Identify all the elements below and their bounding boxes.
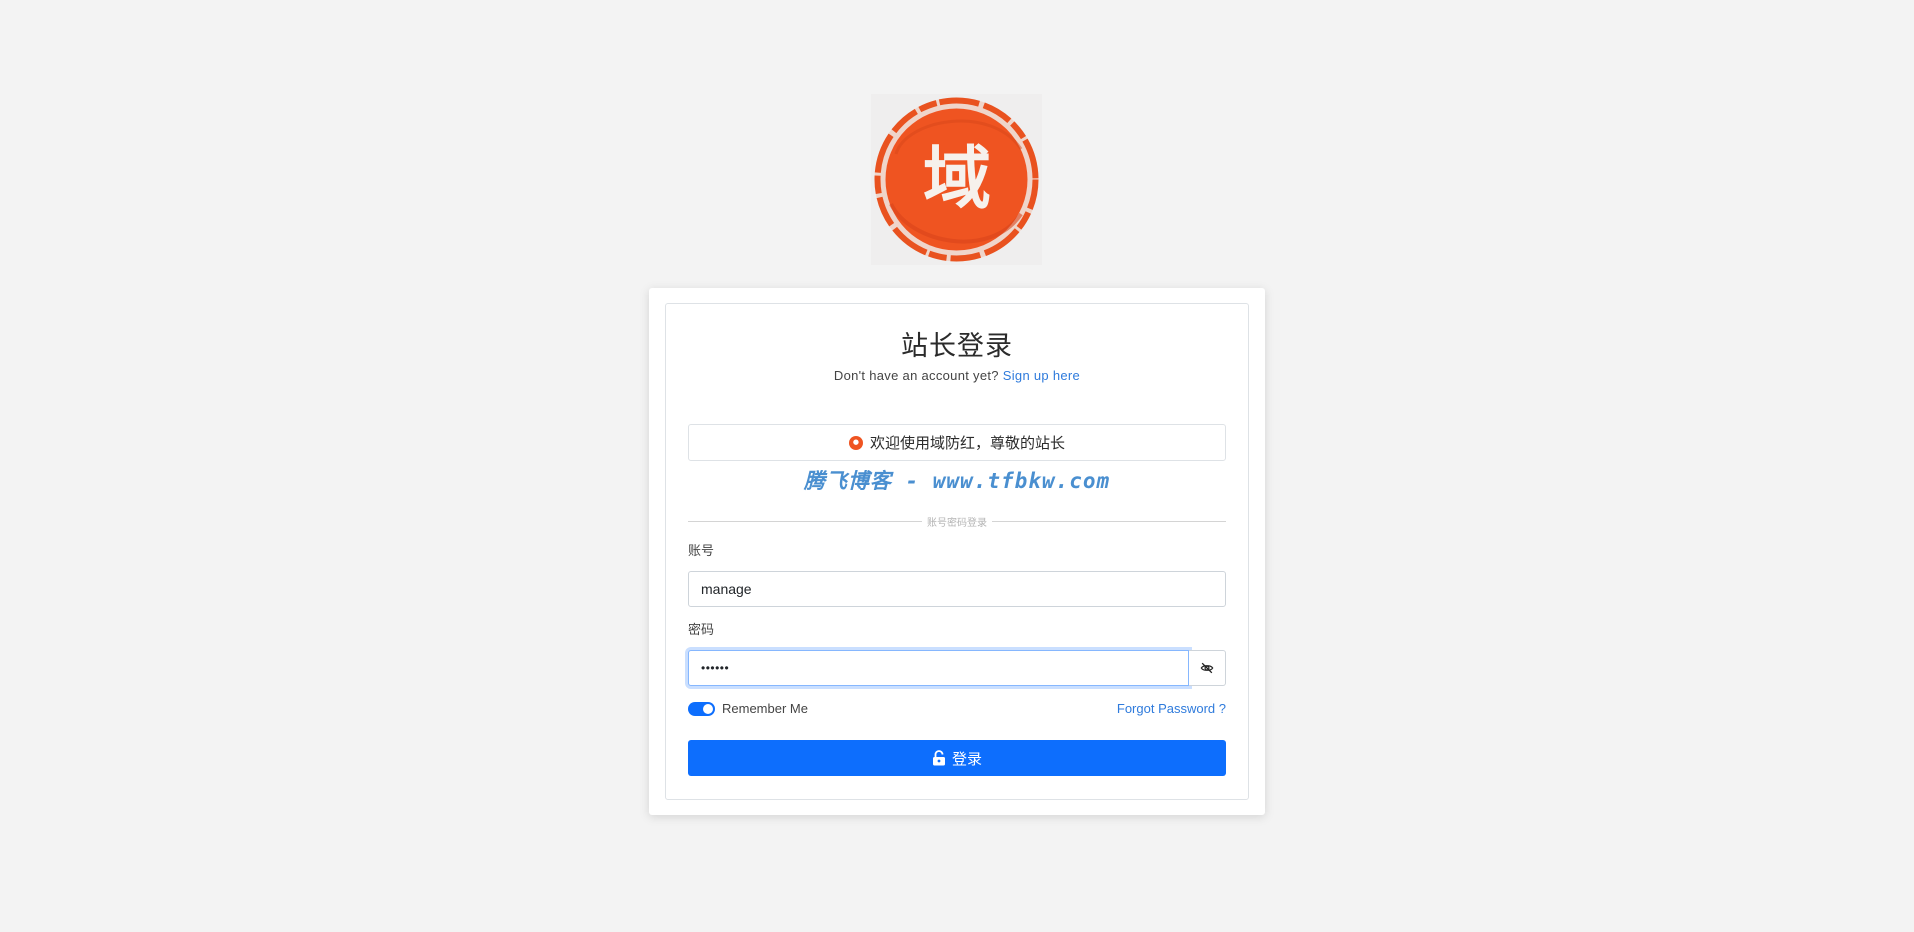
remember-me[interactable]: Remember Me: [688, 701, 808, 716]
svg-text:域: 域: [923, 140, 991, 219]
unlock-icon: [932, 750, 945, 766]
login-card: 站长登录 Don't have an account yet? Sign up …: [649, 288, 1265, 815]
watermark-text: 腾飞博客 - www.tfbkw.com: [803, 469, 1111, 493]
account-label: 账号: [688, 544, 715, 559]
remember-me-toggle[interactable]: [688, 701, 715, 716]
mini-logo-icon: ●: [848, 435, 863, 450]
login-page: 域 站长登录 Don't have an account yet? Sign u…: [0, 0, 1914, 932]
divider-line-right: [992, 520, 1226, 522]
page-title: 站长登录: [901, 331, 1013, 362]
account-input-value: manage: [701, 581, 752, 597]
signup-prompt-text: Don't have an account yet?: [833, 368, 999, 383]
password-input[interactable]: ••••••: [688, 650, 1189, 686]
password-visibility-toggle[interactable]: [1189, 650, 1226, 686]
login-button-label: 登录: [951, 749, 982, 768]
login-card-body: 站长登录 Don't have an account yet? Sign up …: [665, 303, 1249, 800]
account-input[interactable]: manage: [688, 571, 1226, 607]
eye-slash-icon: [1200, 662, 1214, 674]
remember-me-label: Remember Me: [722, 701, 808, 716]
logo-seal-icon: 域: [874, 97, 1039, 262]
password-input-value: ••••••: [701, 661, 730, 675]
password-label: 密码: [688, 623, 715, 638]
signup-prompt: Don't have an account yet? Sign up here: [688, 368, 1226, 383]
toggle-knob: [703, 703, 713, 714]
signup-link[interactable]: Sign up here: [1003, 368, 1080, 383]
login-button[interactable]: 登录: [688, 740, 1226, 776]
divider-line-left: [688, 520, 922, 522]
forgot-password-link[interactable]: Forgot Password ?: [1117, 701, 1226, 716]
welcome-button[interactable]: ● 欢迎使用域防红，尊敬的站长: [688, 424, 1226, 461]
site-logo: 域: [871, 94, 1042, 265]
divider-label: 账号密码登录: [927, 517, 987, 529]
welcome-button-label: 欢迎使用域防红，尊敬的站长: [869, 434, 1065, 452]
divider: 账号密码登录: [688, 514, 1226, 529]
